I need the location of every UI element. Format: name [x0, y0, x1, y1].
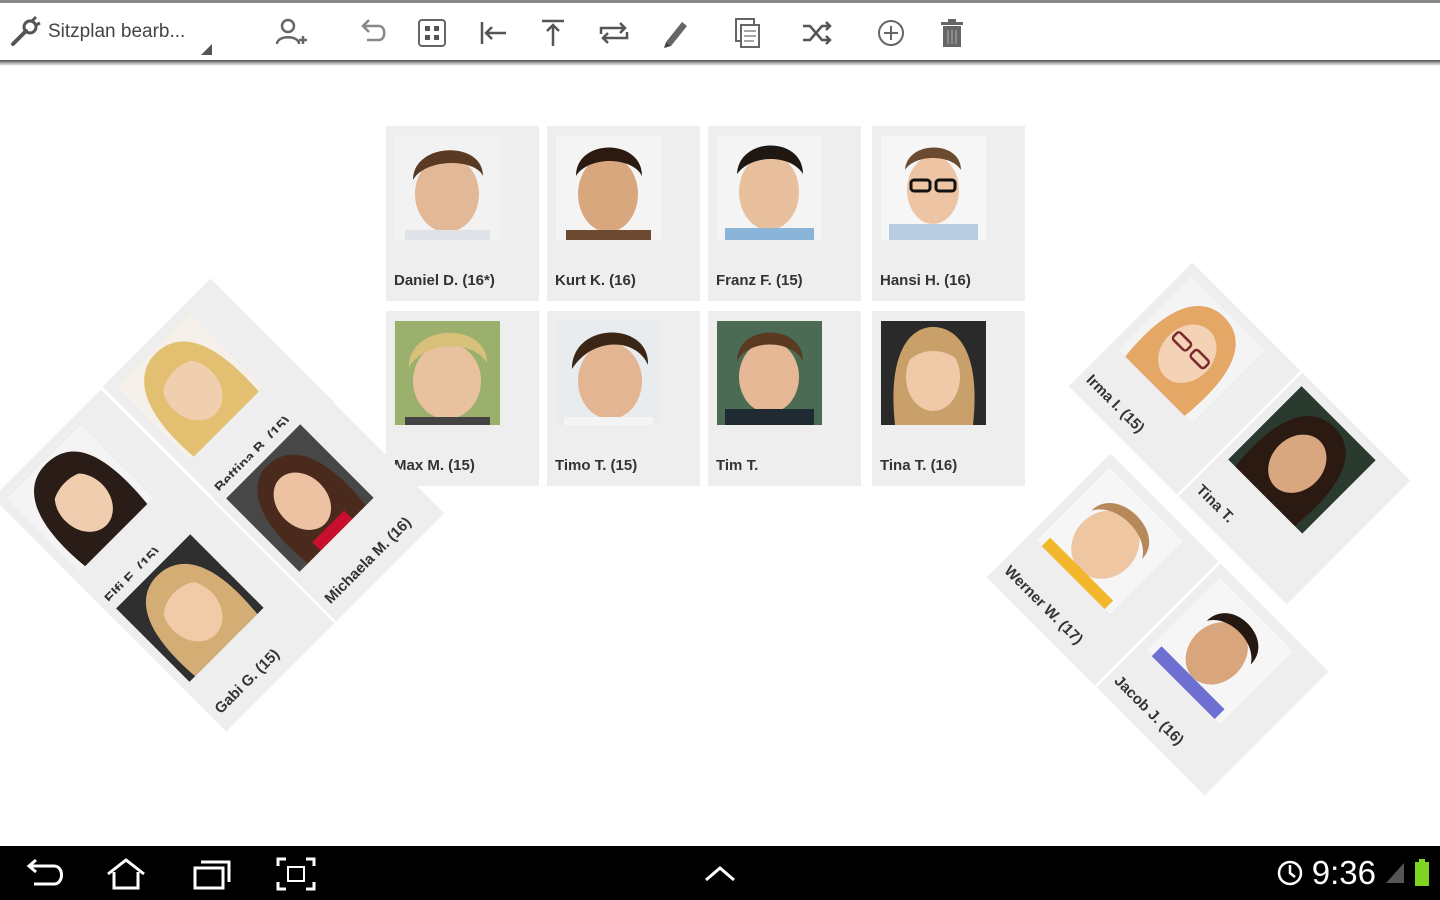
status-area: 9:36: [1276, 846, 1430, 900]
student-photo: [395, 136, 500, 240]
trash-icon: [941, 19, 963, 47]
student-photo: [881, 321, 986, 425]
toolbar-divider: [0, 60, 1440, 66]
student-name: Jacob J. (16): [1110, 672, 1187, 749]
edit-pencil-icon: [664, 22, 687, 48]
signal-icon: [1386, 863, 1404, 883]
add-student-button[interactable]: [267, 10, 313, 56]
add-circle-icon: [878, 20, 904, 46]
student-name: Kurt K. (16): [555, 272, 636, 289]
student-card-franz[interactable]: Franz F. (15): [708, 126, 861, 301]
student-photo: [881, 136, 986, 240]
student-name: Tina T. (16): [880, 457, 958, 474]
align-top-button[interactable]: [530, 10, 576, 56]
recent-apps-icon: [193, 860, 231, 890]
undo-icon: [361, 19, 386, 42]
screenshot-button[interactable]: [268, 854, 324, 894]
student-card-timo[interactable]: Timo T. (15): [547, 311, 700, 486]
shuffle-button[interactable]: [794, 10, 840, 56]
wrench-icon: [11, 15, 41, 46]
student-name: Max M. (15): [394, 457, 475, 474]
student-name: Hansi H. (16): [880, 272, 971, 289]
shuffle-icon: [803, 21, 832, 45]
student-name: Tim T.: [716, 457, 759, 474]
action-bar: Sitzplan bearb...: [0, 3, 1440, 61]
expand-up-icon: [705, 866, 735, 882]
student-photo: [395, 321, 500, 425]
student-card-daniel[interactable]: Daniel D. (16*): [386, 126, 539, 301]
student-photo: [717, 321, 822, 425]
back-button[interactable]: [16, 854, 72, 894]
align-left-button[interactable]: [470, 10, 516, 56]
expand-up-button[interactable]: [692, 854, 748, 894]
sync-globe-icon: [1277, 860, 1303, 886]
copy-icon: [735, 18, 760, 48]
toolbar-title: Sitzplan bearb...: [48, 21, 186, 42]
swap-button[interactable]: [591, 10, 637, 56]
align-top-icon: [542, 19, 564, 46]
battery-icon: [1415, 859, 1429, 886]
student-card-tina-center[interactable]: Tina T. (16): [872, 311, 1025, 486]
student-card-max[interactable]: Max M. (15): [386, 311, 539, 486]
recent-apps-button[interactable]: [183, 854, 239, 894]
student-photo: [5, 424, 154, 572]
system-navigation-bar: 9:36: [0, 846, 1440, 900]
add-button[interactable]: [868, 10, 914, 56]
status-clock: 9:36: [1311, 854, 1376, 891]
student-photo: [717, 136, 822, 240]
student-name: Gabi G. (15): [211, 645, 283, 718]
add-student-icon: [275, 18, 307, 45]
edit-button[interactable]: [652, 10, 698, 56]
student-name: Irma I. (15): [1082, 371, 1148, 437]
student-name: Timo T. (15): [555, 457, 638, 474]
seating-plan-title-dropdown[interactable]: Sitzplan bearb...: [8, 3, 218, 61]
student-card-hansi[interactable]: Hansi H. (16): [872, 126, 1025, 301]
grid-button[interactable]: [409, 10, 455, 56]
student-photo: [556, 136, 661, 240]
swap-icon: [599, 22, 629, 44]
student-card-kurt[interactable]: Kurt K. (16): [547, 126, 700, 301]
screenshot-icon: [276, 857, 316, 891]
back-icon: [26, 858, 63, 886]
align-left-icon: [480, 22, 506, 44]
delete-button[interactable]: [929, 10, 975, 56]
student-photo: [556, 321, 661, 425]
undo-button[interactable]: [349, 10, 395, 56]
grid-icon: [418, 19, 446, 47]
copy-button[interactable]: [724, 10, 770, 56]
student-name: Daniel D. (16*): [394, 272, 495, 289]
student-name: Tina T.: [1192, 481, 1238, 527]
home-button[interactable]: [98, 854, 154, 894]
dropdown-corner-indicator: [201, 44, 212, 55]
student-photo: [1118, 275, 1266, 424]
student-card-tim[interactable]: Tim T.: [708, 311, 861, 486]
home-icon: [107, 858, 145, 890]
student-photo: [1036, 466, 1184, 615]
student-name: Franz F. (15): [716, 272, 803, 289]
